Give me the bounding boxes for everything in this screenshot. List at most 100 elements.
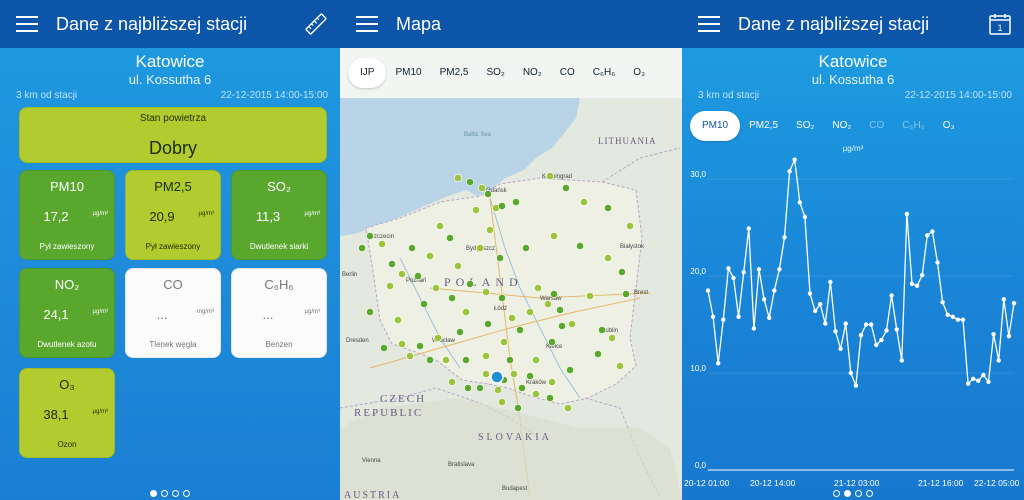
station-marker[interactable] — [420, 300, 428, 308]
station-marker[interactable] — [548, 378, 556, 386]
station-marker[interactable] — [472, 206, 480, 214]
station-marker[interactable] — [462, 308, 470, 316]
station-marker[interactable] — [580, 198, 588, 206]
data-point[interactable] — [761, 297, 767, 302]
station-marker[interactable] — [494, 386, 502, 394]
page-dot[interactable] — [866, 490, 873, 497]
station-marker[interactable] — [366, 308, 374, 316]
data-point[interactable] — [736, 314, 741, 319]
ruler-icon[interactable] — [304, 12, 328, 36]
station-marker[interactable] — [598, 326, 606, 334]
data-point[interactable] — [1001, 297, 1006, 302]
station-map[interactable]: Baltic Sea LITHUANIA POLAND CZECH REPUBL… — [340, 98, 682, 500]
station-marker[interactable] — [512, 198, 520, 206]
station-marker[interactable] — [386, 282, 394, 290]
station-marker[interactable] — [546, 172, 554, 180]
tab-so2[interactable]: SO₂ — [477, 58, 513, 88]
station-marker[interactable] — [482, 370, 490, 378]
station-marker[interactable] — [604, 204, 612, 212]
data-point[interactable] — [935, 260, 940, 265]
station-marker[interactable] — [442, 356, 450, 364]
page-dot[interactable] — [161, 490, 168, 497]
data-point[interactable] — [818, 302, 823, 307]
station-marker[interactable] — [476, 384, 484, 392]
data-point[interactable] — [909, 281, 915, 286]
data-point[interactable] — [751, 326, 757, 331]
data-point[interactable] — [1006, 334, 1012, 339]
station-marker[interactable] — [454, 174, 462, 182]
station-marker[interactable] — [626, 222, 634, 230]
data-point[interactable] — [716, 361, 721, 366]
data-point[interactable] — [767, 315, 772, 320]
data-point[interactable] — [823, 321, 828, 326]
data-point[interactable] — [996, 358, 1001, 363]
page-dot[interactable] — [833, 490, 840, 497]
station-marker[interactable] — [454, 262, 462, 270]
station-marker[interactable] — [406, 352, 414, 360]
station-marker[interactable] — [366, 232, 374, 240]
data-point[interactable] — [884, 328, 889, 333]
station-marker[interactable] — [456, 328, 464, 336]
data-point[interactable] — [971, 376, 976, 381]
page-dot[interactable] — [855, 490, 862, 497]
tab-ijp[interactable]: IJP — [348, 58, 387, 88]
data-point[interactable] — [828, 279, 833, 285]
data-point[interactable] — [1011, 301, 1017, 306]
station-marker[interactable] — [622, 290, 630, 298]
station-marker[interactable] — [514, 404, 522, 412]
data-point[interactable] — [955, 317, 961, 322]
station-marker[interactable] — [548, 338, 556, 346]
station-marker[interactable] — [426, 356, 434, 364]
station-marker[interactable] — [506, 356, 514, 364]
data-point[interactable] — [833, 329, 838, 334]
tab-pm10[interactable]: PM10 — [386, 58, 430, 88]
data-point[interactable] — [940, 300, 945, 305]
data-point[interactable] — [705, 288, 711, 293]
page-dot[interactable] — [150, 490, 157, 497]
data-point[interactable] — [853, 383, 859, 388]
station-marker[interactable] — [464, 384, 472, 392]
station-marker[interactable] — [380, 344, 388, 352]
station-marker[interactable] — [508, 314, 516, 322]
station-marker[interactable] — [398, 340, 406, 348]
station-marker[interactable] — [498, 294, 506, 302]
data-point[interactable] — [792, 157, 797, 162]
station-marker[interactable] — [496, 254, 504, 262]
data-point[interactable] — [772, 288, 777, 293]
data-point[interactable] — [782, 235, 787, 240]
data-point[interactable] — [879, 337, 884, 343]
station-marker[interactable] — [388, 260, 396, 268]
station-marker[interactable] — [518, 384, 526, 392]
station-marker[interactable] — [594, 350, 602, 358]
station-marker[interactable] — [616, 362, 624, 370]
data-point[interactable] — [914, 283, 920, 288]
station-marker[interactable] — [448, 294, 456, 302]
station-marker[interactable] — [500, 338, 508, 346]
station-marker[interactable] — [484, 320, 492, 328]
station-marker[interactable] — [550, 232, 558, 240]
station-marker[interactable] — [544, 300, 552, 308]
station-marker[interactable] — [432, 284, 440, 292]
station-marker[interactable] — [482, 352, 490, 360]
data-point[interactable] — [787, 169, 792, 174]
station-marker[interactable] — [498, 398, 506, 406]
station-marker[interactable] — [408, 244, 416, 252]
data-point[interactable] — [858, 333, 864, 338]
station-marker[interactable] — [486, 226, 494, 234]
station-marker[interactable] — [378, 240, 386, 248]
data-point[interactable] — [848, 370, 853, 376]
data-point[interactable] — [756, 267, 762, 272]
station-marker[interactable] — [586, 292, 594, 300]
pm10-line-chart[interactable]: 0,0 10,0 20,0 30,0 20-12 01:00 20-12 14:00 21-… — [682, 0, 1024, 500]
station-marker[interactable] — [568, 320, 576, 328]
data-point[interactable] — [746, 226, 751, 231]
data-point[interactable] — [874, 342, 879, 348]
station-marker[interactable] — [482, 288, 490, 296]
data-point[interactable] — [863, 322, 869, 327]
station-marker[interactable] — [394, 316, 402, 324]
station-marker[interactable] — [516, 326, 524, 334]
data-point[interactable] — [986, 379, 991, 384]
data-point[interactable] — [869, 322, 874, 327]
tab-c6h6[interactable]: C₆H₆ — [584, 58, 625, 88]
tile-so2[interactable]: SO₂ 11,3 µg/m³ Dwutlenek siarki — [231, 170, 327, 260]
